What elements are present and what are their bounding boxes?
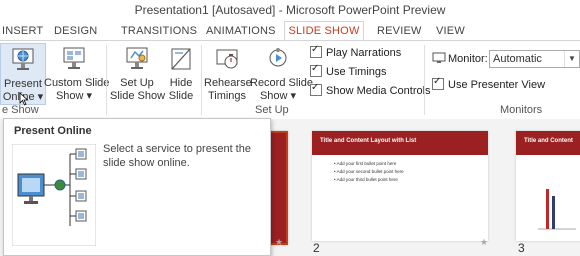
slide-title: Title and Content [516, 131, 580, 155]
rehearse-timings-button[interactable]: Rehearse Timings [204, 43, 252, 103]
slide-thumbnail-3[interactable]: Title and Content [516, 131, 580, 241]
tab-design[interactable]: DESIGN [54, 22, 97, 40]
chevron-down-icon: ▼ [564, 51, 579, 67]
record-slide-show-label-1: Record Slide [250, 77, 313, 89]
monitor-label: Monitor: [448, 53, 488, 65]
monitor-select[interactable]: Automatic ▼ [489, 50, 580, 68]
ribbon-tabs: INSERT DESIGN TRANSITIONS ANIMATIONS SLI… [0, 20, 580, 41]
tab-transitions[interactable]: TRANSITIONS [121, 22, 197, 40]
custom-slide-show-label-2: Show ▾ [55, 90, 93, 102]
stopwatch-icon [216, 49, 238, 69]
record-slide-show-button[interactable]: Record Slide Show ▾ [250, 43, 313, 103]
present-online-icon [12, 48, 34, 70]
present-online-button[interactable]: Present Online ▾ [0, 43, 46, 106]
slide-chart-icon [538, 189, 576, 230]
tab-insert[interactable]: INSERT [2, 22, 43, 40]
hide-slide-label-2: Slide [168, 90, 194, 102]
tab-review[interactable]: REVIEW [377, 22, 422, 40]
tooltip-description: Select a service to present the slide sh… [103, 143, 251, 169]
slide-bullets: • Add your first bullet point here • Add… [312, 155, 488, 184]
slide-bullet: • Add your third bullet point here [334, 177, 398, 182]
group-separator [424, 45, 425, 115]
custom-slide-show-label-1: Custom Slide [44, 77, 110, 89]
window-title: Presentation1 [Autosaved] - Microsoft Po… [0, 0, 580, 20]
tab-animations[interactable]: ANIMATIONS [206, 22, 276, 40]
set-up-slide-show-label-2: Slide Show [110, 90, 166, 102]
group-separator [106, 45, 107, 115]
use-presenter-view-label: Use Presenter View [448, 79, 546, 91]
custom-slide-show-button[interactable]: Custom Slide Show ▾ [44, 43, 110, 103]
slide-number: 3 [518, 241, 525, 255]
slide-bullet: • Add your second bullet point here [334, 169, 404, 174]
star-icon: ★ [275, 237, 284, 247]
show-media-controls-label: Show Media Controls [326, 85, 431, 97]
checkbox-checked-icon [310, 82, 322, 96]
checkbox-checked-icon [310, 44, 322, 58]
set-up-slide-show-button[interactable]: Set Up Slide Show [110, 43, 166, 103]
present-online-illustration-icon [12, 144, 96, 246]
use-presenter-view-checkbox[interactable]: Use Presenter View [432, 76, 546, 91]
monitor-select-value: Automatic [493, 53, 542, 65]
custom-slide-show-icon [63, 47, 85, 69]
set-up-slide-show-icon [126, 47, 148, 69]
rehearse-timings-label-1: Rehearse [204, 77, 252, 89]
slide-bullet: • Add your first bullet point here [334, 161, 397, 166]
play-narrations-checkbox[interactable]: Play Narrations [310, 44, 402, 59]
hide-slide-label-1: Hide [169, 77, 193, 89]
star-icon: ★ [480, 237, 489, 247]
rehearse-timings-label-2: Timings [207, 90, 247, 102]
tab-slide-show[interactable]: SLIDE SHOW [284, 21, 364, 41]
show-media-controls-checkbox[interactable]: Show Media Controls [310, 82, 431, 97]
present-online-label-1: Present [4, 78, 42, 90]
record-slide-show-icon [269, 48, 287, 67]
group-label-start-slide-show: e Show [2, 104, 39, 116]
slide-number: 2 [313, 241, 320, 255]
group-label-set-up: Set Up [255, 104, 289, 116]
hide-slide-icon [171, 48, 191, 70]
tab-view[interactable]: VIEW [436, 22, 465, 40]
present-online-tooltip: Present Online Select a service to prese… [3, 118, 271, 256]
tooltip-title: Present Online [14, 125, 92, 137]
slide-title: Title and Content Layout with List [312, 131, 488, 155]
ribbon: Present Online ▾ Custom Slide Show ▾ e S… [0, 40, 580, 120]
slide-thumbnail-2[interactable]: Title and Content Layout with List • Add… [312, 131, 488, 241]
use-timings-checkbox[interactable]: Use Timings [310, 63, 387, 78]
hide-slide-button[interactable]: Hide Slide [164, 43, 198, 103]
use-timings-label: Use Timings [326, 66, 387, 78]
group-label-monitors: Monitors [500, 104, 543, 116]
group-separator [201, 45, 202, 115]
checkbox-checked-icon [310, 63, 322, 77]
record-slide-show-label-2: Show ▾ [259, 90, 297, 102]
set-up-slide-show-label-1: Set Up [120, 77, 154, 89]
checkbox-checked-icon [432, 76, 444, 90]
monitor-icon [432, 52, 446, 63]
play-narrations-label: Play Narrations [326, 47, 402, 59]
